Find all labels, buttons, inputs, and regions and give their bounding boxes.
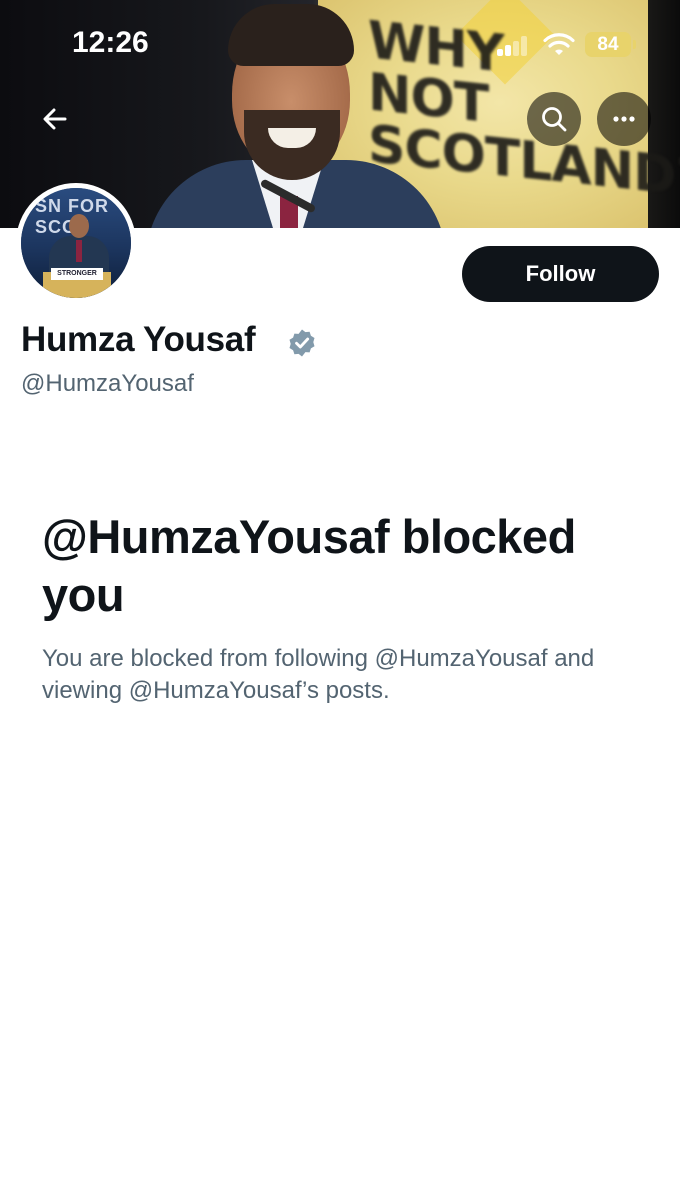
cellular-signal-icon (497, 36, 529, 56)
follow-button[interactable]: Follow (462, 246, 659, 302)
blocked-title: @HumzaYousaf blocked you (42, 510, 576, 621)
more-button[interactable] (597, 92, 651, 146)
avatar-podium-sign: STRONGER (51, 268, 103, 280)
profile-avatar[interactable]: SN FOR SCOT STRONGER (16, 183, 136, 303)
banner-person (140, 0, 446, 228)
blocked-description: You are blocked from following @HumzaYou… (42, 645, 595, 704)
profile-display-name: Humza Yousaf (21, 320, 256, 359)
status-time: 12:26 (72, 26, 149, 59)
wifi-icon (543, 33, 575, 55)
search-button[interactable] (527, 92, 581, 146)
arrow-left-icon (43, 108, 67, 130)
back-button[interactable] (28, 92, 82, 146)
verified-badge-icon (289, 329, 315, 357)
more-horizontal-icon (613, 116, 635, 122)
profile-handle: @HumzaYousaf (21, 370, 194, 397)
search-icon (542, 107, 567, 132)
battery-indicator: 84 (585, 32, 636, 57)
